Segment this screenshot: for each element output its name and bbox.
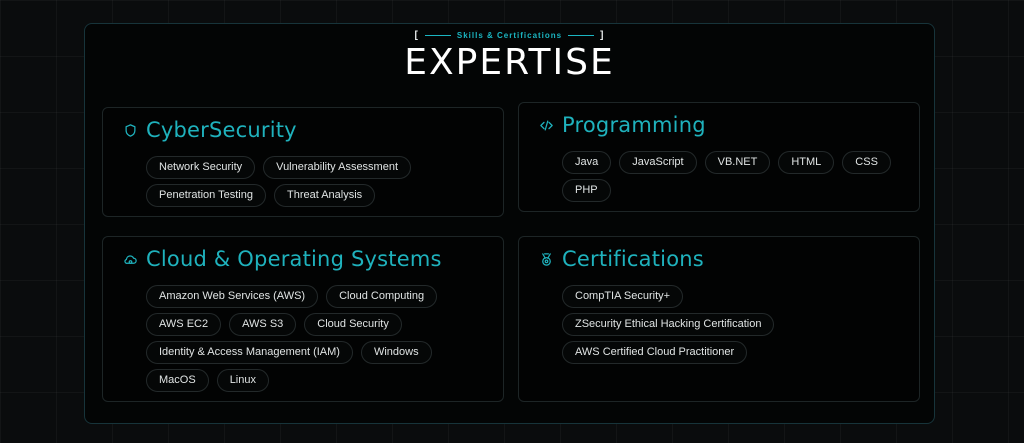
skill-tag: AWS Certified Cloud Practitioner xyxy=(562,341,748,364)
skill-tag: Penetration Testing xyxy=(146,184,266,207)
tag-list: Network Security Vulnerability Assessment… xyxy=(146,156,485,207)
skill-tag: CompTIA Security+ xyxy=(562,285,684,308)
card-cloud-os: Cloud & Operating Systems Amazon Web Ser… xyxy=(102,236,504,402)
skill-tag: Network Security xyxy=(146,156,256,179)
skill-tag: Identity & Access Management (IAM) xyxy=(146,341,353,364)
card-title: Programming xyxy=(562,113,706,137)
skill-tag: Linux xyxy=(216,369,269,392)
badge-icon xyxy=(539,252,554,267)
skill-tag: Java xyxy=(562,151,612,174)
tag-list: CompTIA Security+ ZSecurity Ethical Hacki… xyxy=(562,285,901,364)
eyebrow-line-left xyxy=(424,35,451,36)
card-header: Programming xyxy=(539,113,706,137)
skill-tag: Threat Analysis xyxy=(273,184,376,207)
bracket-left: [ xyxy=(414,30,419,41)
skill-tag: ZSecurity Ethical Hacking Certification xyxy=(562,313,775,336)
skill-tag: AWS EC2 xyxy=(146,313,222,336)
bracket-right: ] xyxy=(600,30,605,41)
section-eyebrow: [ Skills & Certifications ] xyxy=(85,30,934,41)
eyebrow-text: Skills & Certifications xyxy=(456,31,563,40)
skill-tag: JavaScript xyxy=(619,151,697,174)
tag-list: Amazon Web Services (AWS) Cloud Computing… xyxy=(146,285,485,392)
skill-tag: VB.NET xyxy=(704,151,771,174)
skill-tag: Amazon Web Services (AWS) xyxy=(146,285,319,308)
skill-tag: PHP xyxy=(562,179,611,202)
skill-tag: CSS xyxy=(842,151,891,174)
skill-tag: HTML xyxy=(778,151,835,174)
skill-tag: Windows xyxy=(360,341,432,364)
skill-tag: MacOS xyxy=(146,369,209,392)
card-title: CyberSecurity xyxy=(146,118,297,142)
eyebrow-line-right xyxy=(568,35,595,36)
tag-list: Java JavaScript VB.NET HTML CSS PHP xyxy=(562,151,901,202)
card-title: Cloud & Operating Systems xyxy=(146,247,442,271)
cloud-icon xyxy=(123,252,138,267)
skill-tag: Cloud Computing xyxy=(326,285,438,308)
card-certifications: Certifications CompTIA Security+ ZSecurit… xyxy=(518,236,920,402)
card-cybersecurity: CyberSecurity Network Security Vulnerabil… xyxy=(102,107,504,217)
card-programming: Programming Java JavaScript VB.NET HTML CSS P… xyxy=(518,102,920,212)
card-header: CyberSecurity xyxy=(123,118,297,142)
expertise-section: [ Skills & Certifications ] EXPERTISE Cy… xyxy=(84,23,935,424)
card-header: Certifications xyxy=(539,247,704,271)
card-header: Cloud & Operating Systems xyxy=(123,247,442,271)
code-icon xyxy=(539,118,554,133)
card-title: Certifications xyxy=(562,247,704,271)
skill-tag: AWS S3 xyxy=(229,313,297,336)
shield-icon xyxy=(123,123,138,138)
skill-tag: Cloud Security xyxy=(304,313,402,336)
section-title: EXPERTISE xyxy=(404,42,615,83)
skill-tag: Vulnerability Assessment xyxy=(263,156,412,179)
